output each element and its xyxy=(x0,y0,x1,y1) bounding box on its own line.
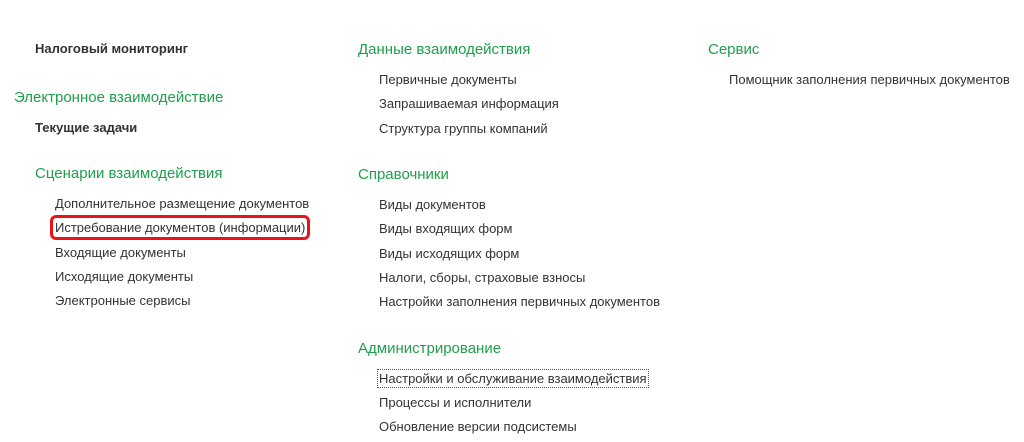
administration-item-settings[interactable]: Настройки и обслуживание взаимодействия xyxy=(377,369,649,388)
references-item-fill-settings[interactable]: Настройки заполнения первичных документо… xyxy=(379,294,660,309)
scenarios-item-document-request[interactable]: Истребование документов (информации) xyxy=(49,215,311,240)
scenarios-item-outgoing-documents[interactable]: Исходящие документы xyxy=(55,269,193,284)
interaction-data-item-requested-info[interactable]: Запрашиваемая информация xyxy=(379,96,559,111)
scenarios-item-additional-placement[interactable]: Дополнительное размещение документов xyxy=(55,196,309,211)
administration-item-processes[interactable]: Процессы и исполнители xyxy=(379,395,531,410)
service-title: Сервис xyxy=(708,41,760,58)
service-item-fill-assistant[interactable]: Помощник заполнения первичных документов xyxy=(729,72,1010,87)
interaction-data-item-primary-documents[interactable]: Первичные документы xyxy=(379,72,517,87)
references-item-incoming-forms[interactable]: Виды входящих форм xyxy=(379,221,512,236)
references-item-document-types[interactable]: Виды документов xyxy=(379,197,486,212)
interaction-data-title: Данные взаимодействия xyxy=(358,41,531,58)
administration-item-update[interactable]: Обновление версии подсистемы xyxy=(379,419,577,434)
scenarios-item-incoming-documents[interactable]: Входящие документы xyxy=(55,245,186,260)
references-item-outgoing-forms[interactable]: Виды исходящих форм xyxy=(379,246,519,261)
electronic-interaction-title: Электронное взаимодействие xyxy=(14,89,224,106)
references-item-taxes[interactable]: Налоги, сборы, страховые взносы xyxy=(379,270,585,285)
references-title: Справочники xyxy=(358,166,449,183)
administration-title: Администрирование xyxy=(358,340,502,357)
scenarios-title: Сценарии взаимодействия xyxy=(35,165,223,182)
scenarios-item-electronic-services[interactable]: Электронные сервисы xyxy=(55,293,191,308)
interaction-data-item-group-structure[interactable]: Структура группы компаний xyxy=(379,121,548,136)
tax-monitoring-link[interactable]: Налоговый мониторинг xyxy=(35,41,188,56)
current-tasks-link[interactable]: Текущие задачи xyxy=(35,120,137,135)
